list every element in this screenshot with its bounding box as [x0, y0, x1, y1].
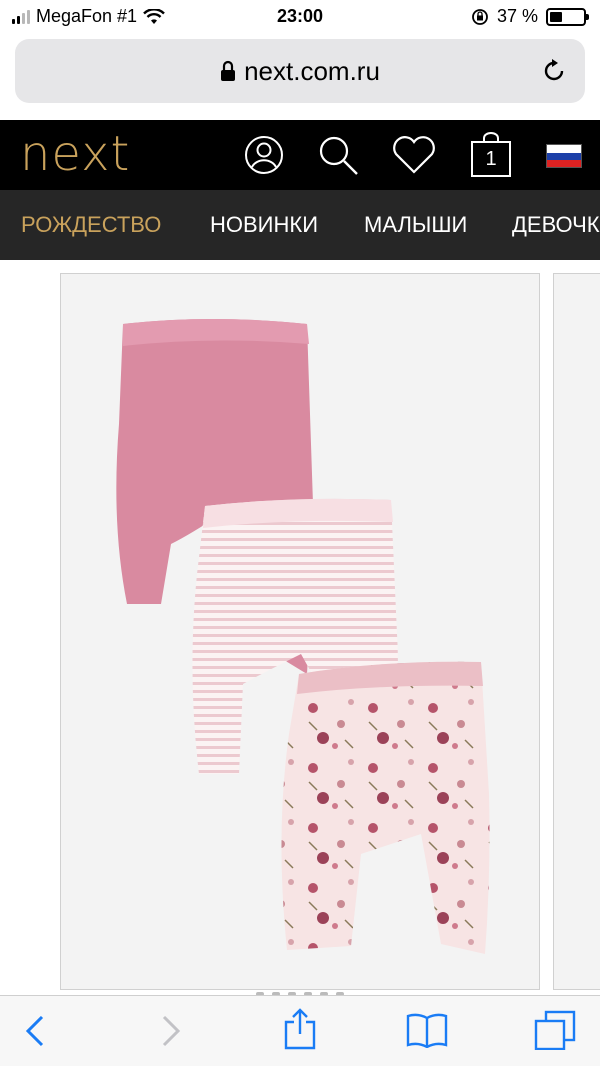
- battery-fill: [550, 11, 562, 22]
- rotation-lock-icon: [472, 8, 488, 25]
- forward-icon[interactable]: [158, 1014, 184, 1048]
- url-text: next.com.ru: [244, 55, 380, 86]
- nav-item-babies[interactable]: МАЛЫШИ: [364, 212, 467, 238]
- status-bar: MegaFon #1 23:00 37 %: [0, 0, 600, 34]
- status-right: 37 %: [471, 6, 589, 27]
- browser-toolbar: [0, 995, 600, 1066]
- product-image: [116, 319, 490, 954]
- heart-icon[interactable]: [390, 134, 438, 176]
- battery-icon: [546, 7, 589, 26]
- nav-item-new[interactable]: НОВИНКИ: [210, 212, 318, 238]
- bookmarks-icon[interactable]: [405, 1012, 449, 1048]
- search-icon[interactable]: [317, 134, 359, 176]
- reload-icon[interactable]: [539, 56, 569, 86]
- share-icon[interactable]: [283, 1008, 317, 1050]
- product-image-card[interactable]: [60, 273, 540, 990]
- cart-count: 1: [485, 148, 497, 170]
- browser-address-area: next.com.ru: [0, 34, 600, 120]
- product-gallery[interactable]: [0, 260, 600, 995]
- tabs-icon[interactable]: [534, 1010, 576, 1050]
- nav-item-girls[interactable]: ДЕВОЧКИ: [512, 212, 600, 238]
- russia-flag-icon[interactable]: [546, 144, 582, 168]
- category-nav: РОЖДЕСТВО НОВИНКИ МАЛЫШИ ДЕВОЧКИ: [0, 190, 600, 260]
- address-bar[interactable]: next.com.ru: [15, 39, 585, 103]
- battery-percent: 37 %: [496, 6, 538, 26]
- lock-icon: [221, 60, 236, 81]
- nav-item-christmas[interactable]: РОЖДЕСТВО: [21, 212, 161, 238]
- account-icon[interactable]: [243, 134, 285, 176]
- next-product-card[interactable]: [553, 273, 600, 990]
- bag-icon[interactable]: 1: [470, 132, 512, 178]
- next-logo[interactable]: next: [20, 126, 130, 182]
- back-icon[interactable]: [22, 1014, 48, 1048]
- site-header: next 1: [0, 120, 600, 190]
